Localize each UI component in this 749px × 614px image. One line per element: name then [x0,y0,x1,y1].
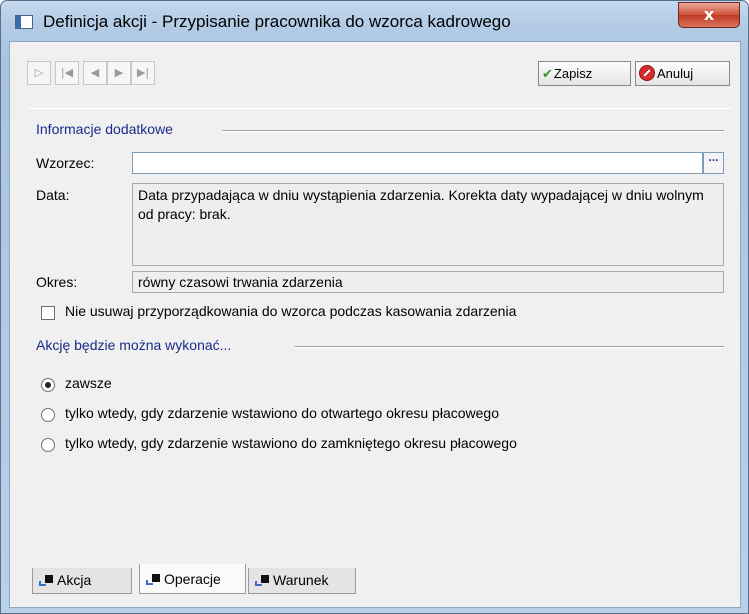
execution-group-divider [295,346,724,348]
save-button[interactable]: ✔Zapisz [538,61,631,86]
toolbar: ▷ |◀ ◀ ▶ ▶| ✔Zapisz Anuluj [10,42,740,108]
wzorzec-browse-button[interactable]: ... [703,150,724,174]
first-record-icon: |◀ [60,66,74,79]
radio-open-period[interactable] [41,408,55,422]
title-bar[interactable]: Definicja akcji - Przypisanie pracownika… [1,1,748,41]
operations-panel: Informacje dodatkowe Wzorzec: ... Data: … [27,108,732,561]
window-icon [15,15,33,29]
info-group-divider [222,130,724,132]
wzorzec-input[interactable] [132,152,703,174]
radio-always-label[interactable]: zawsze [65,375,112,391]
shortcut-icon [255,575,269,586]
keep-assignment-checkbox[interactable] [41,306,55,320]
radio-closed-period[interactable] [41,438,55,452]
first-record-button[interactable]: |◀ [55,61,79,85]
prev-record-button[interactable]: ◀ [83,61,107,85]
radio-open-period-label[interactable]: tylko wtedy, gdy zdarzenie wstawiono do … [65,405,499,421]
cancel-icon [639,65,655,81]
radio-closed-period-label[interactable]: tylko wtedy, gdy zdarzenie wstawiono do … [65,435,517,451]
cancel-button-label: Anuluj [657,66,694,81]
close-icon: x [703,5,715,24]
data-description: Data przypadająca w dniu wystąpienia zda… [132,183,724,266]
tab-akcja-label: Akcja [57,572,92,588]
next-record-button[interactable]: ▶ [107,61,131,85]
shortcut-icon [146,574,160,585]
okres-label: Okres: [36,274,78,290]
execution-group-title: Akcję będzie można wykonać... [36,337,232,353]
okres-value: równy czasowi trwania zdarzenia [132,271,724,293]
close-button[interactable]: x [678,2,740,28]
new-record-icon: ▷ [34,66,44,79]
wzorzec-label: Wzorzec: [36,155,95,171]
tab-operacje[interactable]: Operacje [139,564,246,594]
next-record-icon: ▶ [114,66,124,79]
tab-strip: Akcja Operacje Warunek [27,564,732,596]
info-group-title: Informacje dodatkowe [36,121,173,137]
radio-always[interactable] [41,378,55,392]
ellipsis-icon: ... [708,150,719,164]
tab-warunek[interactable]: Warunek [248,568,356,594]
window-title: Definicja akcji - Przypisanie pracownika… [43,12,511,31]
keep-assignment-label[interactable]: Nie usuwaj przyporządkowania do wzorca p… [65,303,516,319]
new-record-button[interactable]: ▷ [27,61,51,85]
tab-operacje-label: Operacje [164,571,221,587]
last-record-icon: ▶| [136,66,150,79]
checkmark-icon: ✔ [542,67,553,82]
data-label: Data: [36,187,70,203]
shortcut-icon [39,575,53,586]
tab-warunek-label: Warunek [273,572,329,588]
prev-record-icon: ◀ [90,66,100,79]
last-record-button[interactable]: ▶| [131,61,155,85]
dialog-client-area: ▷ |◀ ◀ ▶ ▶| ✔Zapisz Anuluj Informacje do… [9,41,741,608]
dialog-window: Definicja akcji - Przypisanie pracownika… [0,0,749,614]
cancel-button[interactable]: Anuluj [635,61,730,86]
save-button-label: Zapisz [553,66,593,81]
tab-akcja[interactable]: Akcja [32,568,132,594]
